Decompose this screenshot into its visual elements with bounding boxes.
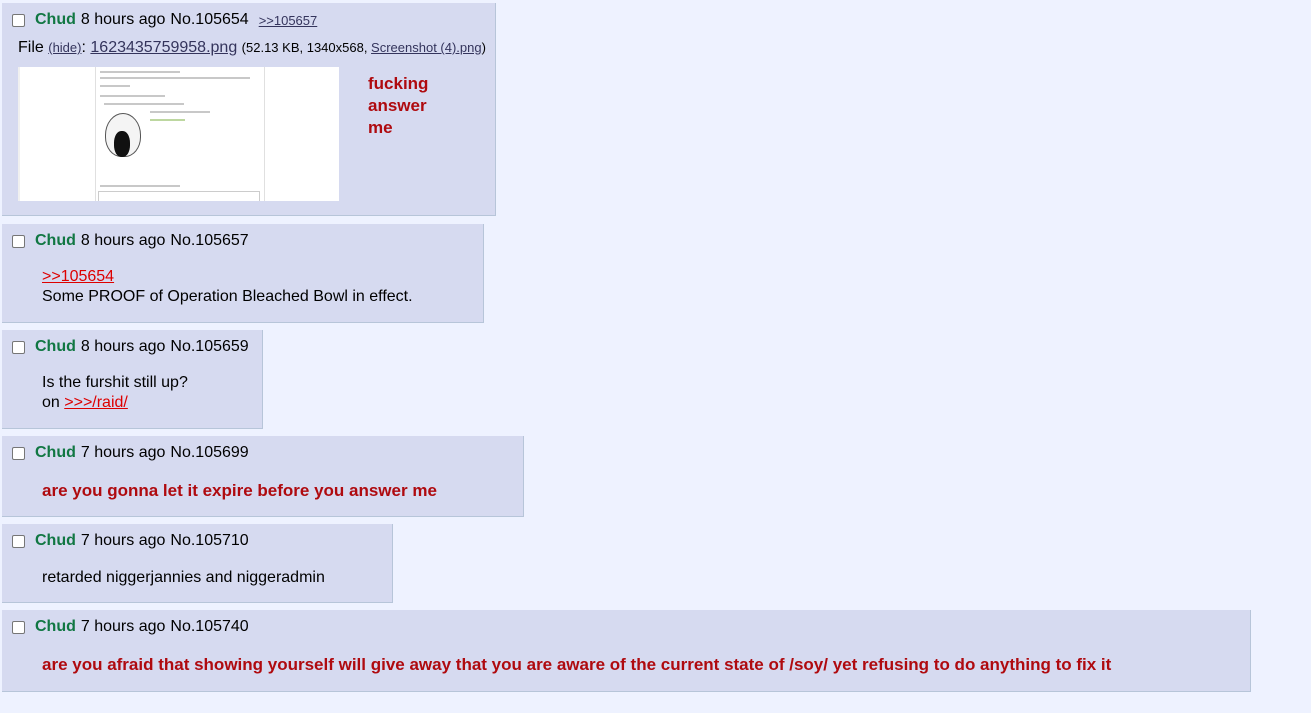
- thumb-textbox: [98, 191, 260, 201]
- post-105710: Chud 7 hours ago No.105710 retarded nigg…: [2, 524, 393, 603]
- message-line: answer: [368, 96, 427, 115]
- post-105699: Chud 7 hours ago No.105699 are you gonna…: [2, 436, 524, 517]
- post-number[interactable]: No.105654: [170, 11, 248, 29]
- post-105654: Chud 8 hours ago No.105654 >>105657 File…: [2, 3, 496, 216]
- post-select-checkbox[interactable]: [12, 13, 25, 27]
- poster-name: Chud: [35, 532, 76, 549]
- file-meta-close: ): [481, 40, 486, 55]
- thumb-line: [100, 85, 130, 87]
- post-message: Is the furshit still up? on >>>/raid/: [42, 373, 188, 413]
- quote-link[interactable]: >>105654: [42, 268, 114, 285]
- file-colon: :: [81, 39, 86, 56]
- post-number[interactable]: No.105740: [170, 618, 248, 636]
- post-info: Chud 7 hours ago No.105740: [12, 617, 249, 637]
- post-message: are you gonna let it expire before you a…: [42, 481, 437, 500]
- post-number[interactable]: No.105657: [170, 232, 248, 250]
- post-info: Chud 7 hours ago No.105699: [12, 443, 249, 463]
- thumb-line: [150, 119, 185, 121]
- message-text: Is the furshit still up?: [42, 374, 188, 391]
- post-time: 7 hours ago: [80, 618, 166, 635]
- post-time: 7 hours ago: [80, 444, 166, 461]
- file-info: File (hide): 1623435759958.png (52.13 KB…: [18, 39, 486, 57]
- poster-name: Chud: [35, 444, 76, 461]
- post-info: Chud 8 hours ago No.105657: [12, 231, 249, 251]
- post-time: 7 hours ago: [80, 532, 166, 549]
- message-text: Some PROOF of Operation Bleached Bowl in…: [42, 288, 413, 305]
- post-time: 8 hours ago: [80, 338, 166, 355]
- post-number[interactable]: No.105710: [170, 532, 248, 550]
- post-select-checkbox[interactable]: [12, 340, 25, 354]
- poster-name: Chud: [35, 232, 76, 249]
- post-time: 8 hours ago: [80, 232, 166, 249]
- post-number[interactable]: No.105659: [170, 338, 248, 356]
- file-label: File: [18, 39, 44, 56]
- file-meta-open: (52.13 KB, 1340x568,: [241, 40, 372, 55]
- thumb-line: [100, 71, 180, 73]
- image-thumbnail[interactable]: [18, 67, 339, 201]
- thumb-line: [100, 185, 180, 187]
- board-link[interactable]: >>>/raid/: [64, 394, 128, 411]
- thumb-line: [150, 111, 210, 113]
- post-message: retarded niggerjannies and niggeradmin: [42, 569, 325, 586]
- post-message: fucking answer me: [368, 73, 428, 139]
- post-105659: Chud 8 hours ago No.105659 Is the furshi…: [2, 330, 263, 429]
- thumb-line: [100, 77, 250, 79]
- soyjak-mouth: [114, 131, 130, 157]
- hide-image-link[interactable]: (hide): [48, 40, 81, 55]
- message-line: me: [368, 118, 393, 137]
- poster-name: Chud: [35, 11, 76, 28]
- message-line: fucking: [368, 74, 429, 93]
- post-select-checkbox[interactable]: [12, 446, 25, 460]
- post-message: are you afraid that showing yourself wil…: [42, 655, 1112, 674]
- post-message: >>105654 Some PROOF of Operation Bleache…: [42, 267, 413, 307]
- post-select-checkbox[interactable]: [12, 234, 25, 248]
- post-time: 8 hours ago: [80, 11, 166, 28]
- post-info: Chud 8 hours ago No.105654 >>105657: [12, 10, 317, 30]
- post-info: Chud 8 hours ago No.105659: [12, 337, 249, 357]
- on-prefix: on: [42, 394, 65, 411]
- thumb-line: [104, 103, 184, 105]
- poster-name: Chud: [35, 618, 76, 635]
- post-number[interactable]: No.105699: [170, 444, 248, 462]
- file-name-link[interactable]: 1623435759958.png: [90, 39, 237, 56]
- poster-name: Chud: [35, 338, 76, 355]
- thumb-line: [100, 95, 165, 97]
- post-select-checkbox[interactable]: [12, 620, 25, 634]
- original-filename-link[interactable]: Screenshot (4).png: [371, 40, 482, 55]
- post-info: Chud 7 hours ago No.105710: [12, 531, 249, 551]
- post-105657: Chud 8 hours ago No.105657 >>105654 Some…: [2, 224, 484, 323]
- backlink[interactable]: >>105657: [259, 13, 318, 28]
- post-105740: Chud 7 hours ago No.105740 are you afrai…: [2, 610, 1251, 692]
- post-select-checkbox[interactable]: [12, 534, 25, 548]
